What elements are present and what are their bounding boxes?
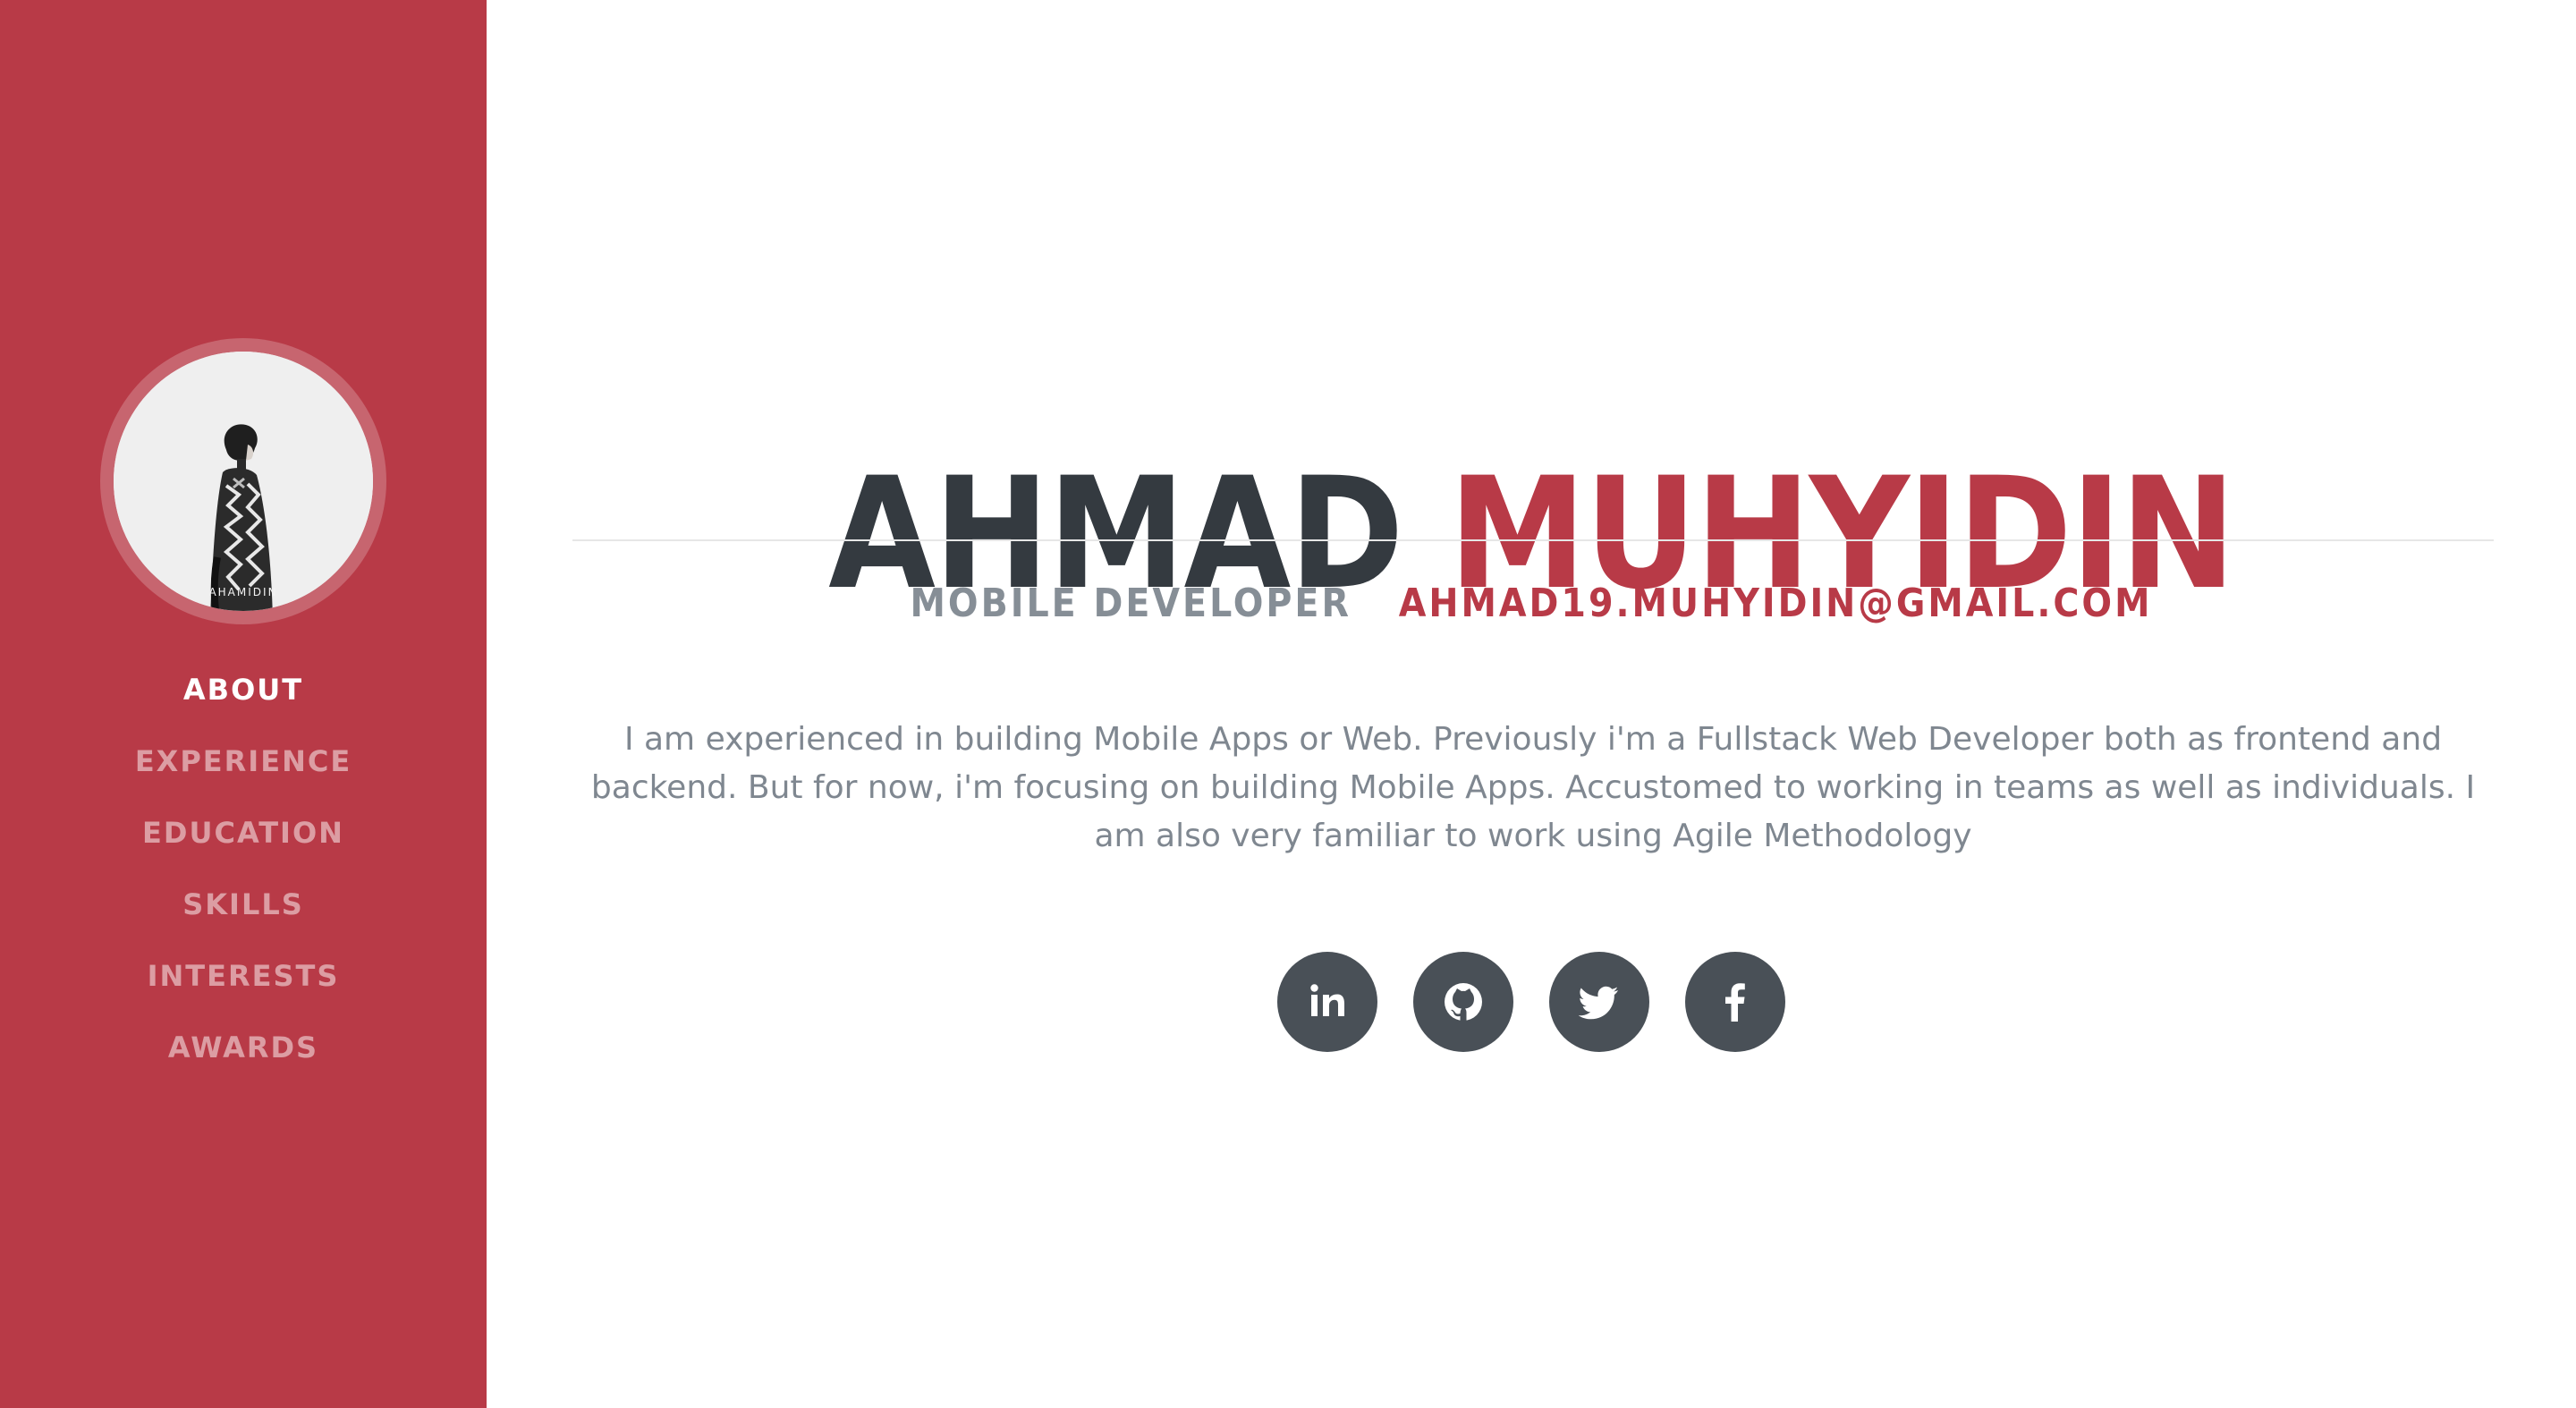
profile-photo-illustration: [114, 352, 373, 611]
nav-item-education[interactable]: EDUCATION: [0, 805, 487, 877]
twitter-icon: [1578, 986, 1618, 1020]
nav-item-awards[interactable]: AWARDS: [0, 1020, 487, 1091]
nav-item-interests[interactable]: INTERESTS: [0, 948, 487, 1020]
github-button[interactable]: [1413, 952, 1513, 1052]
github-icon: [1445, 983, 1482, 1021]
avatar-ring: AHAMIDIN: [100, 338, 386, 624]
twitter-button[interactable]: [1549, 952, 1649, 1052]
avatar-logo-text: AHAMIDIN: [208, 586, 278, 598]
title-divider: [572, 539, 2494, 541]
email-link[interactable]: AHMAD19.MUHYIDIN@GMAIL.COM: [1399, 581, 2153, 626]
role-label: MOBILE DEVELOPER: [910, 581, 1352, 626]
bio-text: I am experienced in building Mobile Apps…: [590, 721, 2476, 854]
about-section: AHMAD MUHYIDIN MOBILE DEVELOPER AHMAD19.…: [487, 0, 2576, 1408]
facebook-button[interactable]: [1685, 952, 1785, 1052]
nav-item-experience[interactable]: EXPERIENCE: [0, 734, 487, 805]
nav-item-skills[interactable]: SKILLS: [0, 877, 487, 948]
avatar: AHAMIDIN: [114, 352, 373, 611]
linkedin-button[interactable]: [1277, 952, 1377, 1052]
nav-item-about[interactable]: ABOUT: [0, 662, 487, 734]
linkedin-icon: [1310, 984, 1344, 1016]
sidebar-nav: ABOUT EXPERIENCE EDUCATION SKILLS INTERE…: [0, 662, 487, 1091]
social-icons: [487, 952, 2576, 1052]
subheading: MOBILE DEVELOPER AHMAD19.MUHYIDIN@GMAIL.…: [487, 573, 2576, 635]
facebook-icon: [1725, 983, 1745, 1022]
sidebar: AHAMIDIN ABOUT EXPERIENCE EDUCATION SKIL…: [0, 0, 487, 1408]
